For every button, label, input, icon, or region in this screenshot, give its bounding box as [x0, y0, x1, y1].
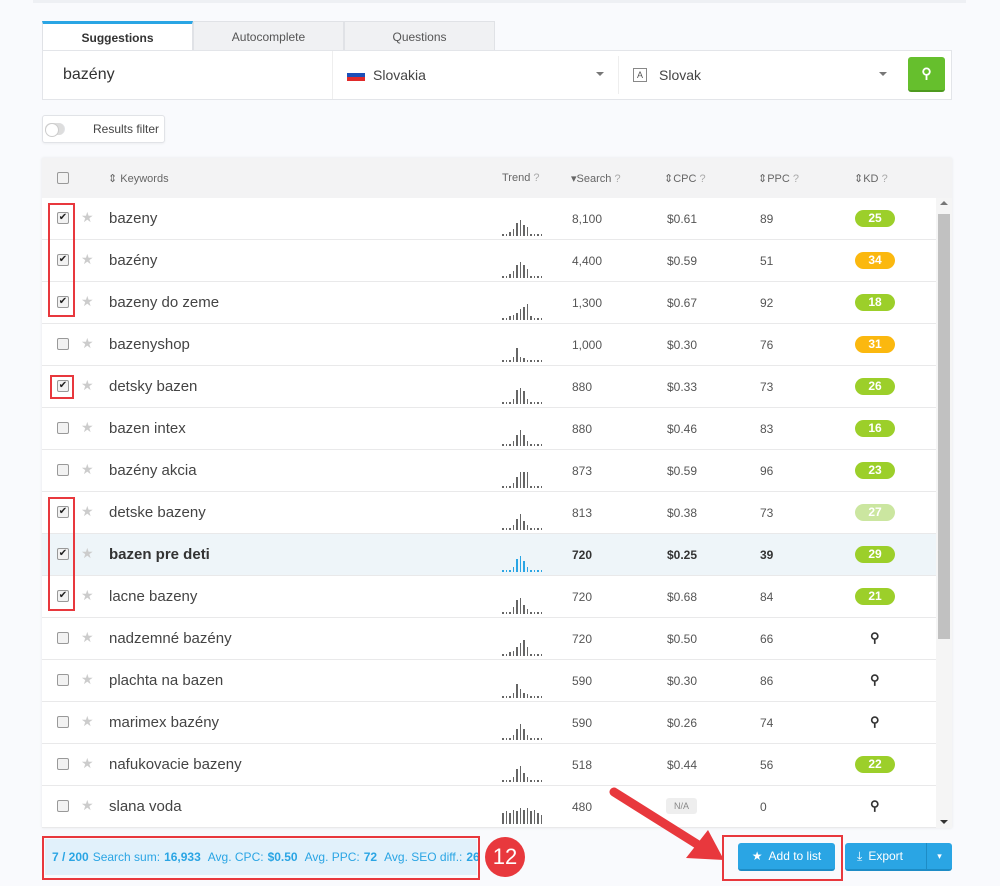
annotation-arrow: [609, 787, 724, 860]
